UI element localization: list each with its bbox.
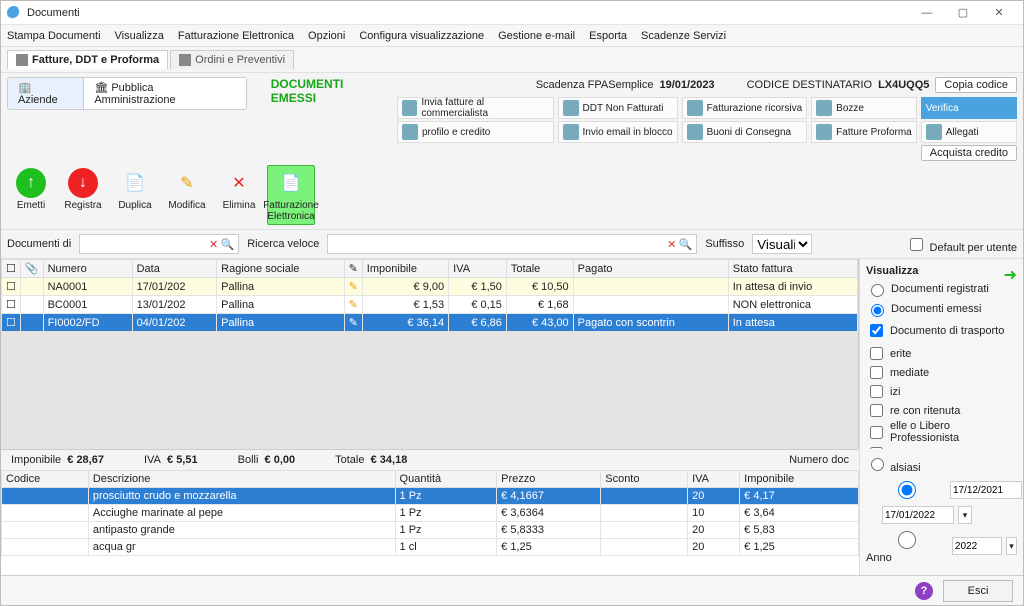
arrow-right-icon[interactable]: ➜ <box>1004 265 1017 285</box>
mini-btn-verifica[interactable]: Verifica <box>921 97 1017 119</box>
label-ricerca-veloce: Ricerca veloce <box>247 238 319 250</box>
col-stato[interactable]: Stato fattura <box>728 260 857 278</box>
side-checkbox[interactable]: izi <box>866 382 1017 401</box>
emetti-button[interactable]: ↑Emetti <box>7 165 55 214</box>
duplica-button[interactable]: 📄Duplica <box>111 165 159 214</box>
help-button[interactable]: ? <box>915 582 933 600</box>
codice-label: CODICE DESTINATARIO <box>747 79 873 91</box>
menu-item[interactable]: Fatturazione Elettronica <box>178 30 294 42</box>
mode-pa[interactable]: 🏛 Pubblica Amministrazione <box>84 78 245 109</box>
radio-date-range[interactable] <box>866 478 946 502</box>
line-row[interactable]: Acciughe marinate al pepe1 Pz€ 3,636410€… <box>2 505 859 522</box>
side-checkbox[interactable]: mediate <box>866 363 1017 382</box>
date-to-input[interactable] <box>882 506 954 524</box>
menu-item[interactable]: Opzioni <box>308 30 345 42</box>
side-checkbox[interactable]: re con ritenuta <box>866 401 1017 420</box>
app-icon <box>7 6 21 20</box>
mini-btn-invia-comm[interactable]: Invia fatture al commercialista <box>397 97 554 119</box>
suffisso-select[interactable]: Visualizza <box>752 234 812 254</box>
mini-btn-ddt[interactable]: DDT Non Fatturati <box>558 97 678 119</box>
minimize-button[interactable]: — <box>909 3 945 23</box>
date-from-input[interactable] <box>950 481 1022 499</box>
col-pagato[interactable]: Pagato <box>573 260 728 278</box>
copy-code-button[interactable]: Copia codice <box>935 77 1017 93</box>
tab-icon <box>179 54 191 66</box>
chk-ddt[interactable]: Documento di trasporto <box>866 321 1017 340</box>
menu-item[interactable]: Visualizza <box>115 30 164 42</box>
table-row[interactable]: ☐FI0002/FD04/01/202Pallina✎€ 36,14€ 6,86… <box>2 314 858 332</box>
maximize-button[interactable]: ▢ <box>945 3 981 23</box>
side-checkbox[interactable]: elle o Libero Professionista <box>866 420 1017 444</box>
col-totale[interactable]: Totale <box>506 260 573 278</box>
table-row[interactable]: ☐NA000117/01/202Pallina✎€ 9,00€ 1,50€ 10… <box>2 278 858 296</box>
label-suffisso: Suffisso <box>705 238 744 250</box>
modifica-button[interactable]: ✎Modifica <box>163 165 211 214</box>
tab-fatture[interactable]: Fatture, DDT e Proforma <box>7 50 168 69</box>
menu-item[interactable]: Esporta <box>589 30 627 42</box>
search-icon[interactable]: 🔍 <box>221 238 235 251</box>
col-ragione[interactable]: Ragione sociale <box>217 260 344 278</box>
label-documenti-di: Documenti di <box>7 238 71 250</box>
mode-aziende[interactable]: 🏢 Aziende <box>8 78 84 109</box>
default-utente-checkbox[interactable]: Default per utente <box>906 235 1017 254</box>
col-icon: 📎 <box>20 260 43 278</box>
col-iva[interactable]: IVA <box>449 260 507 278</box>
scadenza-label: Scadenza FPASemplice <box>536 79 654 91</box>
codice-value: LX4UQQ5 <box>878 79 929 91</box>
date-picker-icon[interactable]: ▾ <box>958 506 972 524</box>
table-row[interactable]: ☐BC000113/01/202Pallina✎€ 1,53€ 0,15€ 1,… <box>2 296 858 314</box>
side-checkbox[interactable]: erite <box>866 344 1017 363</box>
menu-bar: Stampa Documenti Visualizza Fatturazione… <box>1 25 1023 47</box>
radio-registrati[interactable]: Documenti registrati <box>866 281 1017 297</box>
anno-input[interactable] <box>952 537 1002 555</box>
mini-btn-buoni[interactable]: Buoni di Consegna <box>682 121 808 143</box>
close-button[interactable]: ✕ <box>981 3 1017 23</box>
date-filter-panel: alsiasi ▾ ▾ Anno▾ <box>859 449 1023 575</box>
elimina-button[interactable]: ✕Elimina <box>215 165 263 214</box>
ricerca-veloce-input[interactable]: ✕🔍 <box>327 234 697 254</box>
mini-btn-profilo[interactable]: profilo e credito <box>397 121 554 143</box>
clear-icon[interactable]: ✕ <box>667 238 676 251</box>
esci-button[interactable]: Esci <box>943 580 1013 602</box>
line-row[interactable]: acqua gr1 cl€ 1,2520€ 1,25 <box>2 539 859 556</box>
mini-btn-bozze[interactable]: Bozze <box>811 97 917 119</box>
mini-btn-proforma[interactable]: Fatture Proforma <box>811 121 917 143</box>
menu-item[interactable]: Stampa Documenti <box>7 30 101 42</box>
doc-heading: DOCUMENTI EMESSI <box>271 77 391 105</box>
line-row[interactable]: antipasto grande1 Pz€ 5,833320€ 5,83 <box>2 522 859 539</box>
col-numero[interactable]: Numero <box>43 260 132 278</box>
side-title: Visualizza <box>866 265 1017 277</box>
side-checkbox[interactable]: e di Credito / con ritenuta <box>866 444 1017 449</box>
documenti-di-input[interactable]: ✕🔍 <box>79 234 239 254</box>
dropdown-icon[interactable]: ▾ <box>1006 537 1017 555</box>
lines-table[interactable]: CodiceDescrizioneQuantitàPrezzoScontoIVA… <box>1 470 859 556</box>
window-title: Documenti <box>27 7 80 19</box>
col-imponibile[interactable]: Imponibile <box>362 260 448 278</box>
line-row[interactable]: prosciutto crudo e mozzarella1 Pz€ 4,166… <box>2 488 859 505</box>
menu-item[interactable]: Scadenze Servizi <box>641 30 726 42</box>
tab-icon <box>16 54 28 66</box>
documents-table[interactable]: ☐ 📎 Numero Data Ragione sociale ✎ Imponi… <box>1 259 858 332</box>
mini-btn-allegati[interactable]: Allegati <box>921 121 1017 143</box>
scadenza-value: 19/01/2023 <box>660 79 715 91</box>
col-data[interactable]: Data <box>132 260 217 278</box>
clear-icon[interactable]: ✕ <box>209 238 218 251</box>
fatturazione-elettronica-button[interactable]: 📄Fatturazione Elettronica <box>267 165 315 225</box>
side-panel: ➜ Visualizza Documenti registrati Docume… <box>859 259 1023 449</box>
radio-qualsiasi[interactable]: alsiasi <box>866 455 1017 474</box>
menu-item[interactable]: Configura visualizzazione <box>359 30 484 42</box>
search-icon[interactable]: 🔍 <box>679 238 693 251</box>
menu-item[interactable]: Gestione e-mail <box>498 30 575 42</box>
numero-doc-label: Numero doc <box>789 454 849 466</box>
acquista-credito-button[interactable]: Acquista credito <box>921 145 1017 161</box>
radio-anno[interactable]: Anno <box>866 528 948 564</box>
mini-btn-emailblocco[interactable]: Invio email in blocco <box>558 121 678 143</box>
registra-button[interactable]: ↓Registra <box>59 165 107 214</box>
col-check[interactable]: ☐ <box>2 260 21 278</box>
col-edit: ✎ <box>344 260 362 278</box>
radio-emessi[interactable]: Documenti emessi <box>866 301 1017 317</box>
mini-btn-ricorsiva[interactable]: Fatturazione ricorsiva <box>682 97 808 119</box>
tab-ordini[interactable]: Ordini e Preventivi <box>170 50 294 69</box>
